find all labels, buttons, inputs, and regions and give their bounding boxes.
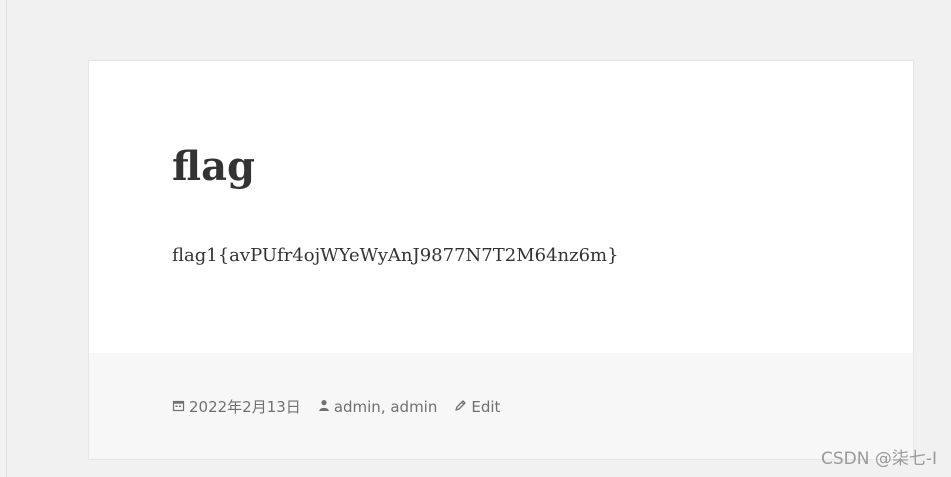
page-left-border [6,0,7,477]
watermark-text: CSDN @柒七-I [820,449,937,469]
person-icon [318,396,330,418]
post-meta: 2022年2月13日 admin , admin Edit [172,396,500,418]
pencil-icon [454,396,467,418]
post-date[interactable]: 2022年2月13日 [172,396,301,418]
post-card: flag flag1{avPUfr4ojWYeWyAnJ9877N7T2M64n… [88,60,914,460]
post-footer: 2022年2月13日 admin , admin Edit [89,353,913,459]
author-link-1[interactable]: admin [334,396,381,418]
calendar-icon [172,396,185,418]
author-link-2[interactable]: admin [390,396,437,418]
edit-link[interactable]: Edit [471,396,500,418]
post-content: flag1{avPUfr4ojWYeWyAnJ9877N7T2M64nz6m} [172,245,619,266]
author-separator: , [380,398,391,416]
post-date-link[interactable]: 2022年2月13日 [189,396,301,418]
post-edit[interactable]: Edit [454,396,500,418]
post-title: flag [172,143,255,190]
post-authors: admin , admin [318,396,437,418]
